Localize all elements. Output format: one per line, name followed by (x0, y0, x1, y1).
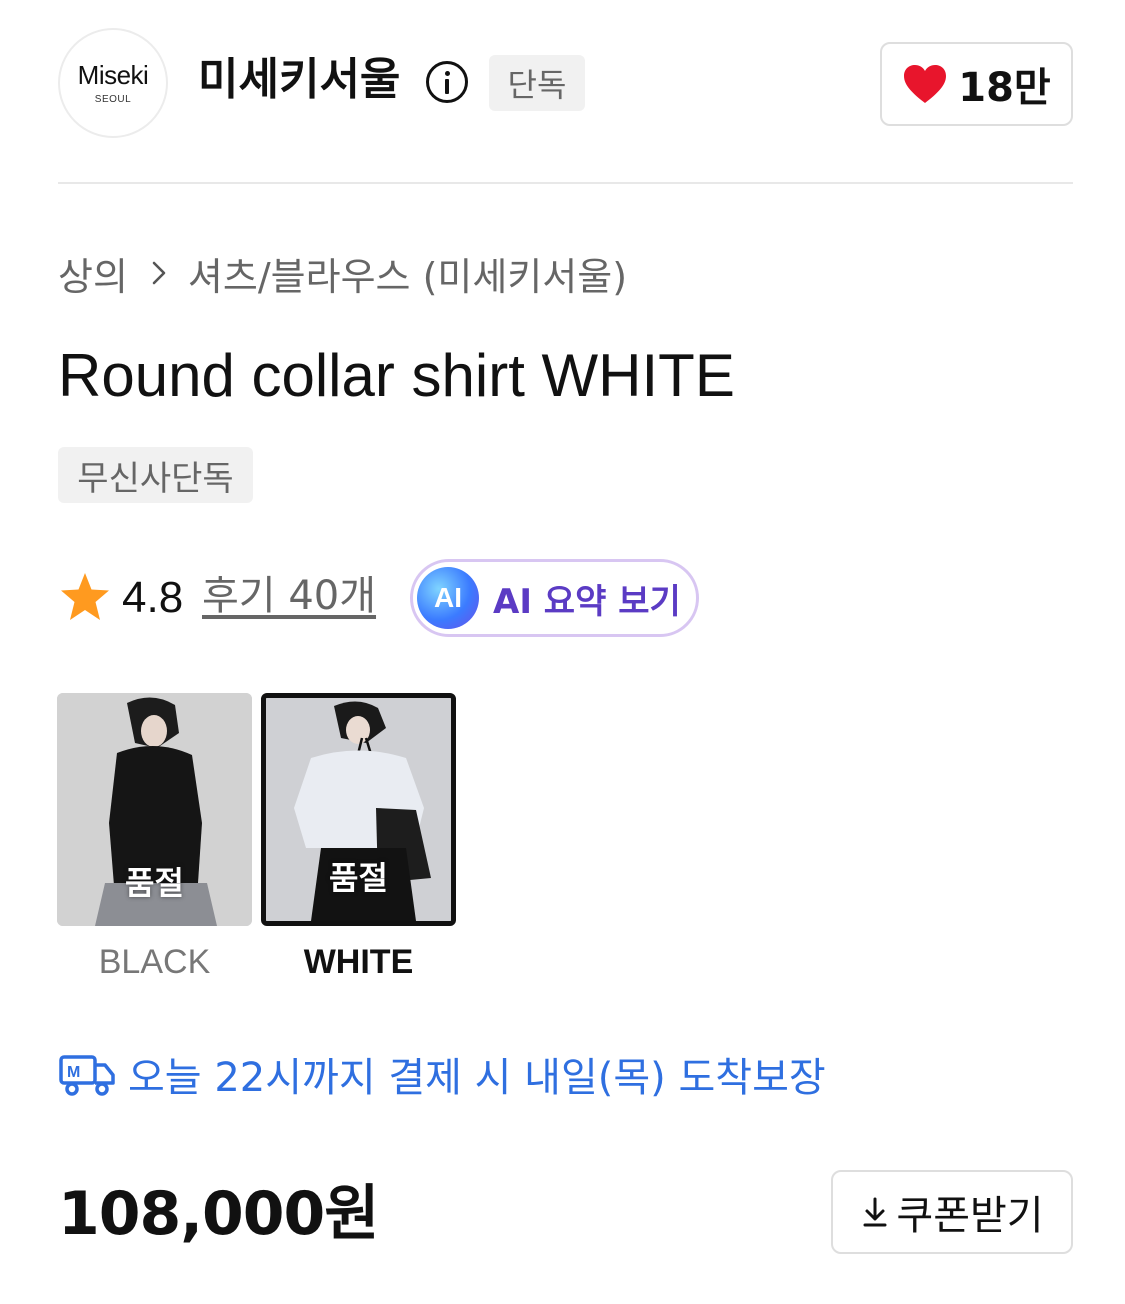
star-icon (61, 573, 109, 620)
svg-text:M: M (67, 1064, 80, 1081)
ai-summary-label: AI 요약 보기 (493, 581, 681, 622)
review-count-link[interactable]: 후기 40개 (202, 570, 376, 622)
heart-icon (904, 65, 947, 103)
delivery-truck-icon: M (59, 1055, 115, 1096)
color-option-black[interactable]: 품절 (57, 693, 252, 926)
soldout-label: 품절 (125, 864, 184, 902)
coupon-label: 쿠폰받기 (896, 1193, 1044, 1239)
breadcrumb: 상의 셔츠/블라우스 (미세키서울) (58, 246, 627, 300)
download-icon (863, 1197, 887, 1227)
store-logo-text: Miseki (77, 59, 149, 90)
rating-value: 4.8 (122, 573, 184, 622)
product-price: 108,000원 (58, 1179, 379, 1249)
color-label-black: BLACK (98, 943, 211, 981)
breadcrumb-category[interactable]: 상의 (58, 246, 128, 301)
header-divider (58, 182, 1073, 184)
like-count: 18만 (958, 65, 1051, 111)
breadcrumb-subcategory[interactable]: 셔츠/블라우스 (미세키서울) (188, 246, 627, 301)
store-logo[interactable]: Miseki SEOUL (58, 28, 168, 138)
exclusive-tag: 단독 (489, 55, 585, 111)
soldout-label: 품절 (329, 859, 388, 897)
chevron-right-icon (152, 261, 166, 285)
color-option-white[interactable]: 품절 (261, 693, 456, 926)
store-logo-subtext: SEOUL (94, 93, 132, 105)
like-button[interactable]: 18만 (880, 42, 1073, 126)
exclusive-badge: 무신사단독 (58, 447, 253, 503)
info-icon[interactable] (426, 61, 468, 103)
delivery-guarantee: M 오늘 22시까지 결제 시 내일(목) 도착보장 (58, 1046, 826, 1102)
color-label-white: WHITE (303, 943, 414, 981)
store-name[interactable]: 미세키서울 (198, 52, 400, 108)
ai-icon: AI (417, 567, 479, 629)
delivery-text: 오늘 22시까지 결제 시 내일(목) 도착보장 (128, 1055, 826, 1101)
product-title: Round collar shirt WHITE (58, 342, 735, 409)
product-page: Miseki SEOUL 미세키서울 단독 18만 상의 셔츠/블라우스 (미세… (0, 0, 1125, 1304)
coupon-button[interactable]: 쿠폰받기 (831, 1170, 1073, 1254)
ai-summary-button[interactable]: AI AI 요약 보기 (410, 559, 699, 637)
